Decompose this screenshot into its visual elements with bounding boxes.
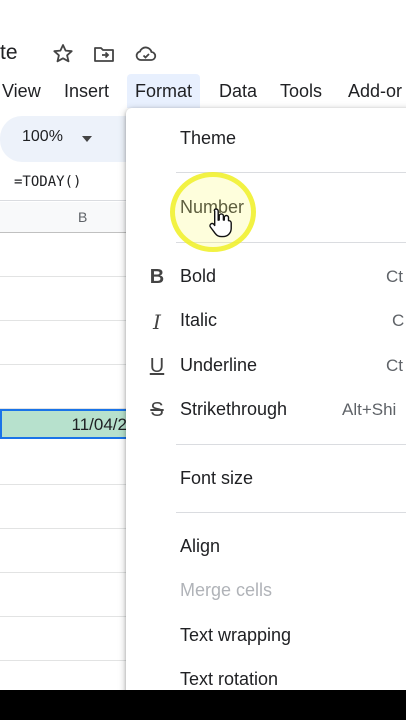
bold-icon: B — [149, 266, 165, 288]
menu-view[interactable]: View — [2, 74, 41, 108]
shortcut-label: Ct — [386, 267, 403, 286]
menu-item-text-wrapping[interactable]: Text wrapping — [126, 617, 406, 657]
grid-row-line — [0, 484, 130, 485]
menu-item-label: Theme — [180, 128, 237, 148]
menu-item-italic[interactable]: I Italic C — [126, 302, 406, 342]
format-menu: Theme Number B Bold Ct I Italic C U Unde… — [126, 108, 406, 690]
chevron-down-icon[interactable] — [82, 136, 92, 142]
menu-tools[interactable]: Tools — [280, 74, 322, 108]
menu-divider — [176, 444, 406, 445]
menu-item-merge-cells: Merge cells — [126, 572, 406, 612]
menu-item-number[interactable]: Number — [126, 189, 406, 229]
star-icon[interactable] — [51, 42, 75, 66]
menu-addons[interactable]: Add-or — [348, 74, 402, 108]
menu-item-underline[interactable]: U Underline Ct — [126, 347, 406, 387]
menu-item-label: Font size — [180, 468, 254, 488]
menu-item-label: Strikethrough — [180, 399, 288, 419]
underline-icon: U — [149, 355, 165, 377]
title-row: te — [0, 36, 406, 72]
grid-row-line — [0, 276, 130, 277]
menu-item-strikethrough[interactable]: S Strikethrough Alt+Shi — [126, 391, 406, 431]
grid-row-line — [0, 364, 130, 365]
menu-item-label: Align — [180, 536, 221, 556]
move-folder-icon[interactable] — [92, 42, 116, 66]
menu-item-label: Italic — [180, 310, 218, 330]
menu-item-label: Text wrapping — [180, 625, 292, 645]
menu-item-label: Merge cells — [180, 580, 273, 600]
cloud-saved-icon[interactable] — [134, 42, 158, 66]
italic-icon: I — [153, 310, 161, 334]
shortcut-label: C — [392, 311, 405, 330]
grid-row-line — [0, 572, 130, 573]
grid-row-line — [0, 660, 130, 661]
menu-divider — [176, 512, 406, 513]
menu-data[interactable]: Data — [219, 74, 257, 108]
shortcut-label: Alt+Shi — [342, 400, 397, 419]
grid-row-line — [0, 320, 130, 321]
menu-item-label: Bold — [180, 266, 217, 286]
menu-format[interactable]: Format — [127, 74, 201, 108]
menu-bar: View Insert Format Data Tools Add-or — [0, 74, 406, 108]
hand-cursor-icon — [209, 208, 232, 238]
menu-item-theme[interactable]: Theme — [126, 120, 406, 160]
menu-insert[interactable]: Insert — [64, 74, 109, 108]
doc-title[interactable]: te — [0, 41, 18, 65]
menu-item-bold[interactable]: B Bold Ct — [126, 258, 406, 298]
strikethrough-icon: S — [150, 399, 164, 421]
zoom-select[interactable]: 100% — [22, 128, 63, 146]
menu-item-label: Underline — [180, 355, 258, 375]
menu-item-font-size[interactable]: Font size — [126, 460, 406, 500]
column-header-b[interactable]: B — [78, 209, 87, 225]
grid-row-line — [0, 616, 130, 617]
selected-cell[interactable]: 11/04/2 — [0, 409, 135, 439]
menu-item-text-rotation[interactable]: Text rotation — [126, 661, 406, 690]
cell-value: 11/04/2 — [71, 415, 127, 434]
formula-text[interactable]: =TODAY() — [14, 174, 81, 190]
grid-row-line — [0, 528, 130, 529]
app-window: te View Insert Format Data Tools Add-or … — [0, 0, 406, 690]
menu-item-align[interactable]: Align — [126, 528, 406, 568]
shortcut-label: Ct — [386, 356, 403, 375]
menu-item-label: Text rotation — [180, 669, 279, 689]
